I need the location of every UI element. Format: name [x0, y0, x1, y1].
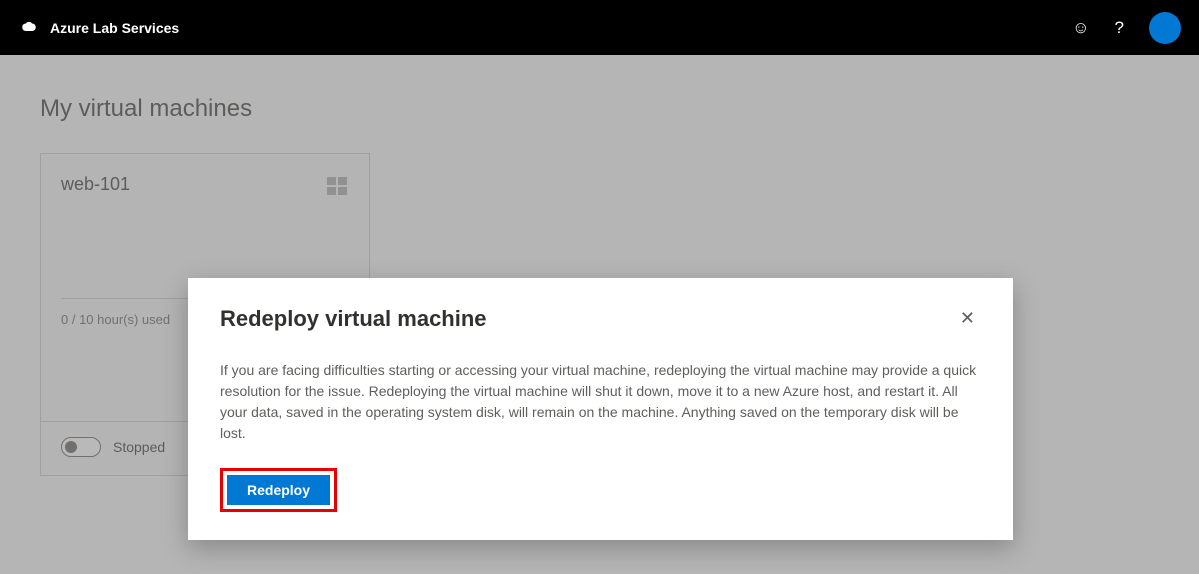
top-bar-right: ☺ ? [1072, 12, 1181, 44]
brand-text: Azure Lab Services [50, 20, 179, 36]
close-icon: ✕ [960, 308, 975, 328]
redeploy-dialog: Redeploy virtual machine ✕ If you are fa… [188, 278, 1013, 540]
close-button[interactable]: ✕ [954, 306, 981, 331]
dialog-header: Redeploy virtual machine ✕ [220, 306, 981, 332]
help-icon[interactable]: ? [1115, 18, 1124, 38]
feedback-icon[interactable]: ☺ [1072, 18, 1089, 38]
app-logo-icon [18, 19, 40, 37]
avatar[interactable] [1149, 12, 1181, 44]
dialog-title: Redeploy virtual machine [220, 306, 487, 332]
dialog-body: If you are facing difficulties starting … [220, 360, 981, 444]
top-bar: Azure Lab Services ☺ ? [0, 0, 1199, 55]
top-bar-left: Azure Lab Services [18, 19, 179, 37]
redeploy-highlight: Redeploy [220, 468, 337, 512]
redeploy-button[interactable]: Redeploy [227, 475, 330, 505]
